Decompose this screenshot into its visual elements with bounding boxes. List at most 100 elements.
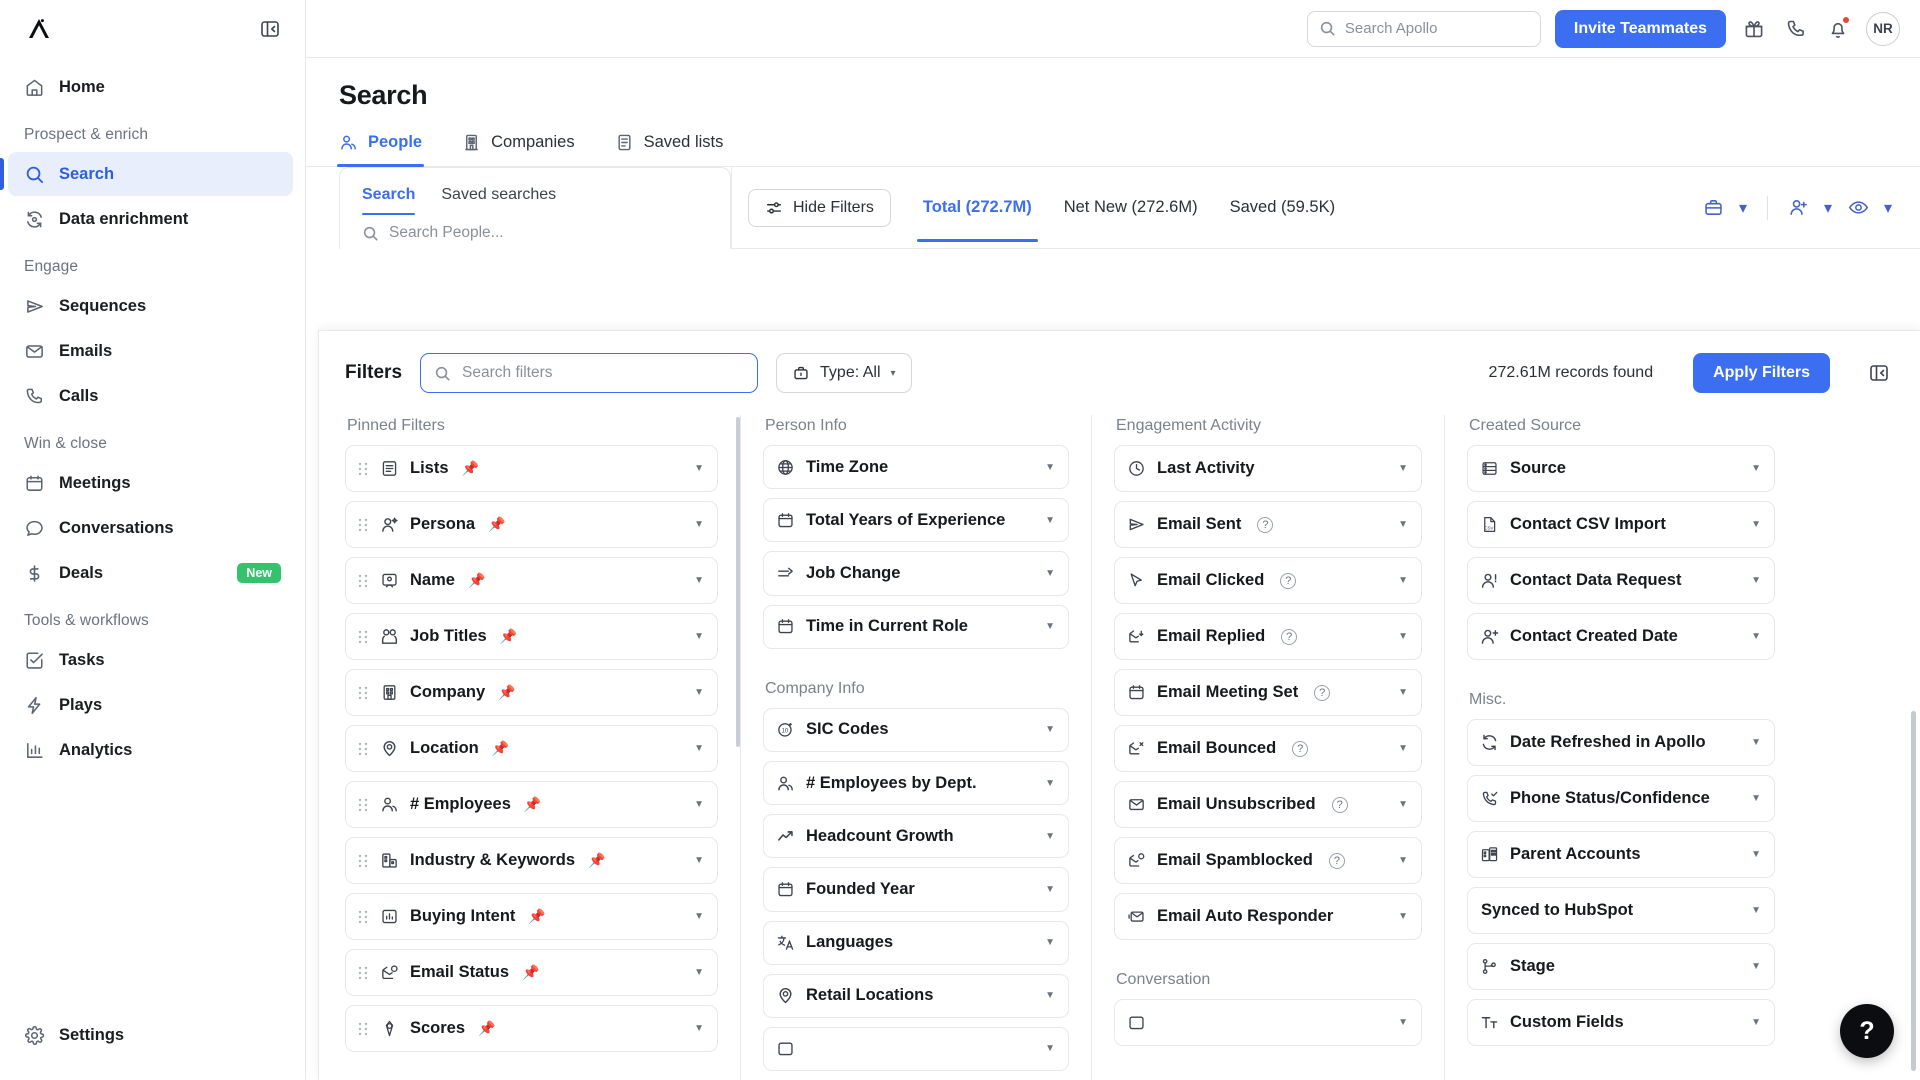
filter-row-source[interactable]: Source ▼: [1467, 445, 1775, 492]
chevron-down-icon[interactable]: ▼: [1398, 743, 1408, 754]
chevron-down-icon[interactable]: ▼: [1398, 911, 1408, 922]
filter-row-founded-year[interactable]: Founded Year ▼: [763, 867, 1069, 912]
invite-teammates-button[interactable]: Invite Teammates: [1554, 9, 1726, 48]
add-person-icon[interactable]: [1782, 192, 1814, 224]
filter-row-languages[interactable]: Languages ▼: [763, 920, 1069, 965]
filter-row-industry-keywords[interactable]: Industry & Keywords 📌 ▼: [345, 837, 718, 884]
chevron-down-icon[interactable]: ▼: [1751, 961, 1761, 972]
chevron-down-icon[interactable]: ▼: [1045, 778, 1055, 789]
filter-row-time-zone[interactable]: Time Zone ▼: [763, 445, 1069, 490]
filter-row-email-clicked[interactable]: Email Clicked ? ▼: [1114, 557, 1422, 604]
bell-icon[interactable]: [1824, 15, 1852, 43]
sidebar-item-conversations[interactable]: Conversations: [8, 506, 293, 550]
help-icon[interactable]: ?: [1314, 684, 1331, 701]
tab-saved-lists[interactable]: Saved lists: [615, 133, 723, 166]
drag-handle-icon[interactable]: [357, 853, 369, 869]
filters-search[interactable]: [420, 353, 759, 393]
chevron-down-icon[interactable]: ▼: [1398, 1017, 1408, 1028]
chevron-down-icon[interactable]: ▼: [1751, 463, 1761, 474]
filter-row-email-spamblocked[interactable]: Email Spamblocked ? ▼: [1114, 837, 1422, 884]
filter-row-company[interactable]: Company 📌 ▼: [345, 669, 718, 716]
hide-filters-button[interactable]: Hide Filters: [748, 188, 891, 227]
filter-row-phone-status-confidence[interactable]: Phone Status/Confidence ▼: [1467, 775, 1775, 822]
type-filter-button[interactable]: Type: All ▾: [776, 353, 912, 393]
chevron-down-icon[interactable]: ▼: [694, 855, 704, 866]
filter-row-job-change[interactable]: Job Change ▼: [763, 551, 1069, 596]
chevron-down-icon[interactable]: ▾: [1818, 192, 1838, 224]
drag-handle-icon[interactable]: [357, 965, 369, 981]
phone-icon[interactable]: [1782, 15, 1810, 43]
chevron-down-icon[interactable]: ▼: [1045, 831, 1055, 842]
tab-people[interactable]: People: [336, 133, 425, 167]
filter-row-name[interactable]: Name 📌 ▼: [345, 557, 718, 604]
page-scrollbar[interactable]: [1911, 711, 1916, 1071]
filter-row-contact-created-date[interactable]: Contact Created Date ▼: [1467, 613, 1775, 660]
drag-handle-icon[interactable]: [357, 909, 369, 925]
chevron-down-icon[interactable]: ▼: [694, 463, 704, 474]
eye-icon[interactable]: [1842, 192, 1874, 224]
pin-icon[interactable]: 📌: [588, 852, 605, 869]
filter-row-email-meeting-set[interactable]: Email Meeting Set ? ▼: [1114, 669, 1422, 716]
help-icon[interactable]: ?: [1292, 740, 1309, 757]
filter-row-last-activity[interactable]: Last Activity ▼: [1114, 445, 1422, 492]
filter-row-scores[interactable]: Scores 📌 ▼: [345, 1005, 718, 1052]
chevron-down-icon[interactable]: ▼: [1398, 799, 1408, 810]
chevron-down-icon[interactable]: ▼: [1045, 884, 1055, 895]
chevron-down-icon[interactable]: ▼: [694, 967, 704, 978]
drag-handle-icon[interactable]: [357, 517, 369, 533]
chevron-down-icon[interactable]: ▼: [1398, 575, 1408, 586]
chevron-down-icon[interactable]: ▼: [1751, 793, 1761, 804]
chevron-down-icon[interactable]: ▼: [1045, 568, 1055, 579]
pin-icon[interactable]: 📌: [500, 628, 517, 645]
filter-row-parent-accounts[interactable]: Parent Accounts ▼: [1467, 831, 1775, 878]
chevron-down-icon[interactable]: ▼: [1398, 519, 1408, 530]
chevron-down-icon[interactable]: ▼: [694, 575, 704, 586]
sidebar-collapse-icon[interactable]: [257, 16, 283, 42]
filter-row-email-auto-responder[interactable]: Email Auto Responder ▼: [1114, 893, 1422, 940]
chevron-down-icon[interactable]: ▼: [1398, 631, 1408, 642]
drag-handle-icon[interactable]: [357, 797, 369, 813]
pin-icon[interactable]: 📌: [524, 796, 541, 813]
drag-handle-icon[interactable]: [357, 1021, 369, 1037]
chevron-down-icon[interactable]: ▼: [1045, 1043, 1055, 1054]
drag-handle-icon[interactable]: [357, 741, 369, 757]
filter-row-num-employees[interactable]: # Employees 📌 ▼: [345, 781, 718, 828]
count-tab-net-new[interactable]: Net New (272.6M): [1048, 188, 1214, 228]
briefcase-icon[interactable]: [1697, 192, 1729, 224]
collapse-panel-icon[interactable]: [1864, 358, 1894, 388]
count-tab-saved[interactable]: Saved (59.5K): [1214, 188, 1351, 228]
chevron-down-icon[interactable]: ▼: [1751, 575, 1761, 586]
help-icon[interactable]: ?: [1328, 852, 1345, 869]
filter-row-partial-next[interactable]: ▼: [763, 1026, 1069, 1072]
chevron-down-icon[interactable]: ▼: [694, 687, 704, 698]
sidebar-item-data-enrichment[interactable]: Data enrichment: [8, 197, 293, 241]
sidebar-item-search[interactable]: Search: [0, 152, 293, 196]
sidebar-item-emails[interactable]: Emails: [8, 329, 293, 373]
sidebar-item-tasks[interactable]: Tasks: [8, 638, 293, 682]
filter-row-conversation-partial[interactable]: ▼: [1114, 999, 1422, 1046]
pin-icon[interactable]: 📌: [528, 908, 545, 925]
chevron-down-icon[interactable]: ▼: [1045, 462, 1055, 473]
apollo-logo-icon[interactable]: [24, 14, 54, 44]
count-tab-total[interactable]: Total (272.7M): [907, 188, 1048, 242]
filter-row-synced-to-hubspot[interactable]: Synced to HubSpot ▼: [1467, 887, 1775, 934]
filter-row-lists[interactable]: Lists 📌 ▼: [345, 445, 718, 492]
filter-row-total-years-of-experience[interactable]: Total Years of Experience ▼: [763, 498, 1069, 543]
filter-row-persona[interactable]: Persona 📌 ▼: [345, 501, 718, 548]
pin-icon[interactable]: 📌: [468, 572, 485, 589]
filter-row-employees-by-dept[interactable]: # Employees by Dept. ▼: [763, 760, 1069, 806]
chevron-down-icon[interactable]: ▼: [1751, 519, 1761, 530]
filter-row-job-titles[interactable]: Job Titles 📌 ▼: [345, 613, 718, 660]
avatar[interactable]: NR: [1866, 11, 1900, 46]
drag-handle-icon[interactable]: [357, 629, 369, 645]
chevron-down-icon[interactable]: ▾: [1878, 192, 1898, 224]
search-people-input[interactable]: [389, 224, 708, 242]
chevron-down-icon[interactable]: ▼: [1045, 724, 1055, 735]
sidebar-item-settings[interactable]: Settings: [8, 1013, 293, 1057]
filter-row-email-unsubscribed[interactable]: Email Unsubscribed ? ▼: [1114, 781, 1422, 828]
sidebar-item-calls[interactable]: Calls: [8, 374, 293, 418]
chevron-down-icon[interactable]: ▼: [1045, 990, 1055, 1001]
apply-filters-button[interactable]: Apply Filters: [1693, 353, 1830, 393]
chevron-down-icon[interactable]: ▼: [694, 911, 704, 922]
sidebar-item-meetings[interactable]: Meetings: [8, 461, 293, 505]
